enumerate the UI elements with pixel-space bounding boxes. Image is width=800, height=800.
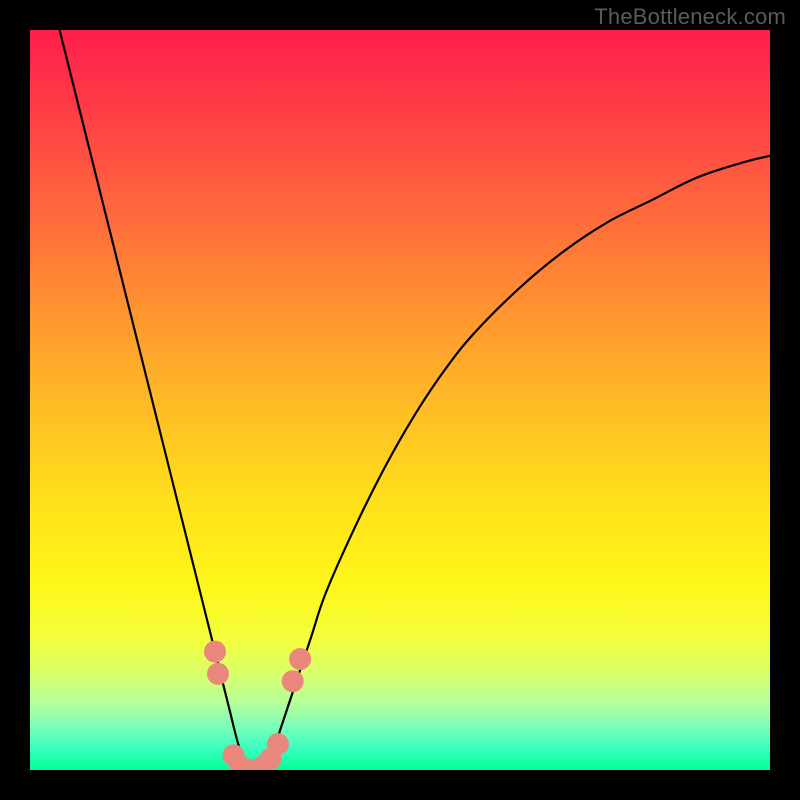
plot-area (30, 30, 770, 770)
highlight-marker (282, 670, 304, 692)
chart-frame: TheBottleneck.com (0, 0, 800, 800)
highlight-marker (207, 663, 229, 685)
highlight-marker (267, 733, 289, 755)
watermark-text: TheBottleneck.com (594, 4, 786, 30)
curve-layer (30, 30, 770, 770)
highlight-markers (204, 641, 311, 770)
highlight-marker (204, 641, 226, 663)
bottleneck-curve (60, 30, 770, 770)
highlight-marker (289, 648, 311, 670)
